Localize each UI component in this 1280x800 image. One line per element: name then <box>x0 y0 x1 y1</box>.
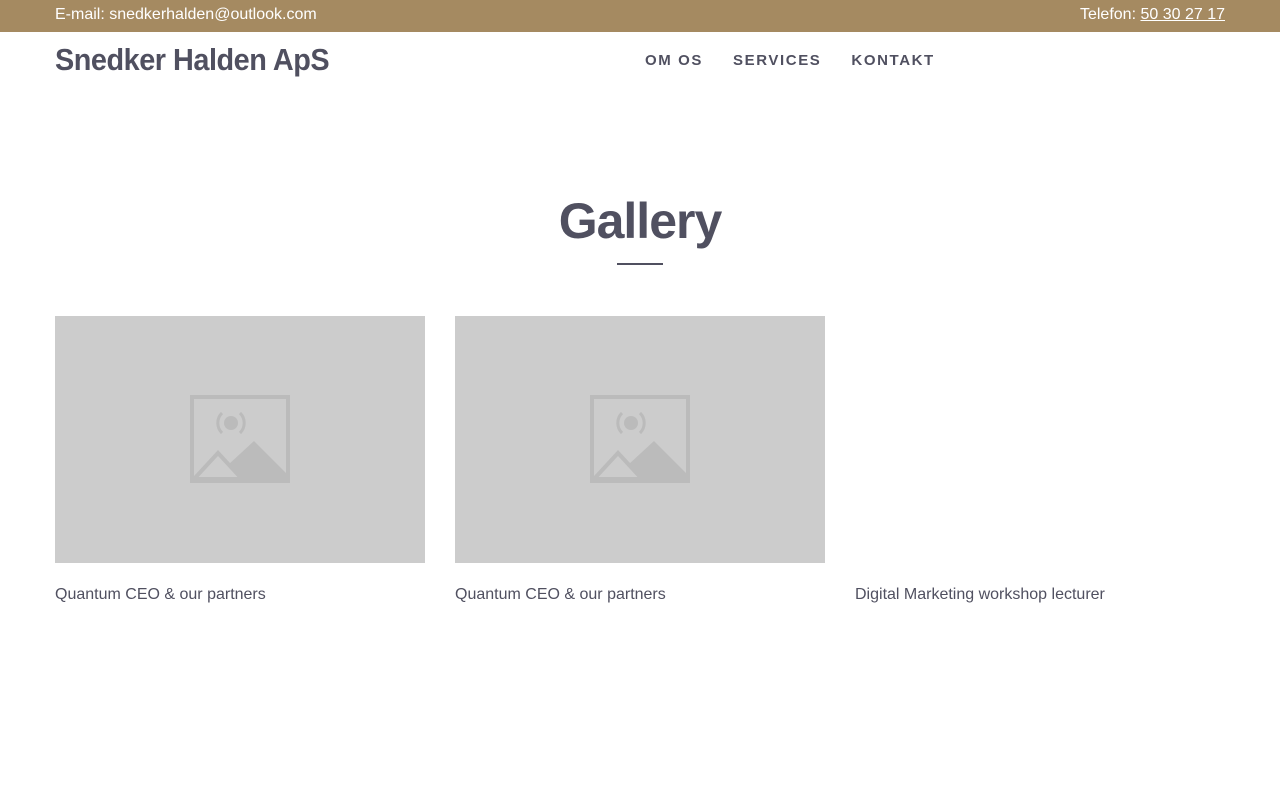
gallery-title: Gallery <box>558 193 723 249</box>
contact-phone: Telefon: 50 30 27 17 <box>1080 6 1225 24</box>
gallery-item[interactable]: Digital Marketing workshop lecturer <box>855 316 1225 603</box>
site-header: Snedker Halden ApS OM OS SERVICES KONTAK… <box>0 32 1280 92</box>
phone-label: Telefon: <box>1079 6 1137 23</box>
gallery-item[interactable]: Quantum CEO & our partners <box>455 316 825 603</box>
main-nav: OM OS SERVICES KONTAKT <box>645 52 935 69</box>
placeholder-image-icon <box>590 394 690 483</box>
gallery-image[interactable] <box>855 316 1225 563</box>
gallery-image[interactable] <box>455 316 825 563</box>
gallery-caption: Quantum CEO & our partners <box>55 586 266 603</box>
nav-item-kontakt[interactable]: KONTAKT <box>851 52 934 69</box>
nav-item-services[interactable]: SERVICES <box>733 52 821 69</box>
top-contact-bar: E-mail: snedkerhalden@outlook.com Telefo… <box>0 0 1280 32</box>
contact-email: E-mail: snedkerhalden@outlook.com <box>55 6 317 23</box>
nav-item-om-os[interactable]: OM OS <box>645 52 703 69</box>
site-logo[interactable]: Snedker Halden ApS <box>55 42 330 78</box>
gallery-image[interactable] <box>55 316 425 563</box>
gallery-caption: Digital Marketing workshop lecturer <box>855 586 1105 603</box>
title-divider <box>617 263 663 265</box>
gallery-item[interactable]: Quantum CEO & our partners <box>55 316 425 603</box>
placeholder-image-icon <box>190 394 290 483</box>
gallery-caption: Quantum CEO & our partners <box>455 586 666 603</box>
phone-link[interactable]: 50 30 27 17 <box>1140 6 1225 23</box>
